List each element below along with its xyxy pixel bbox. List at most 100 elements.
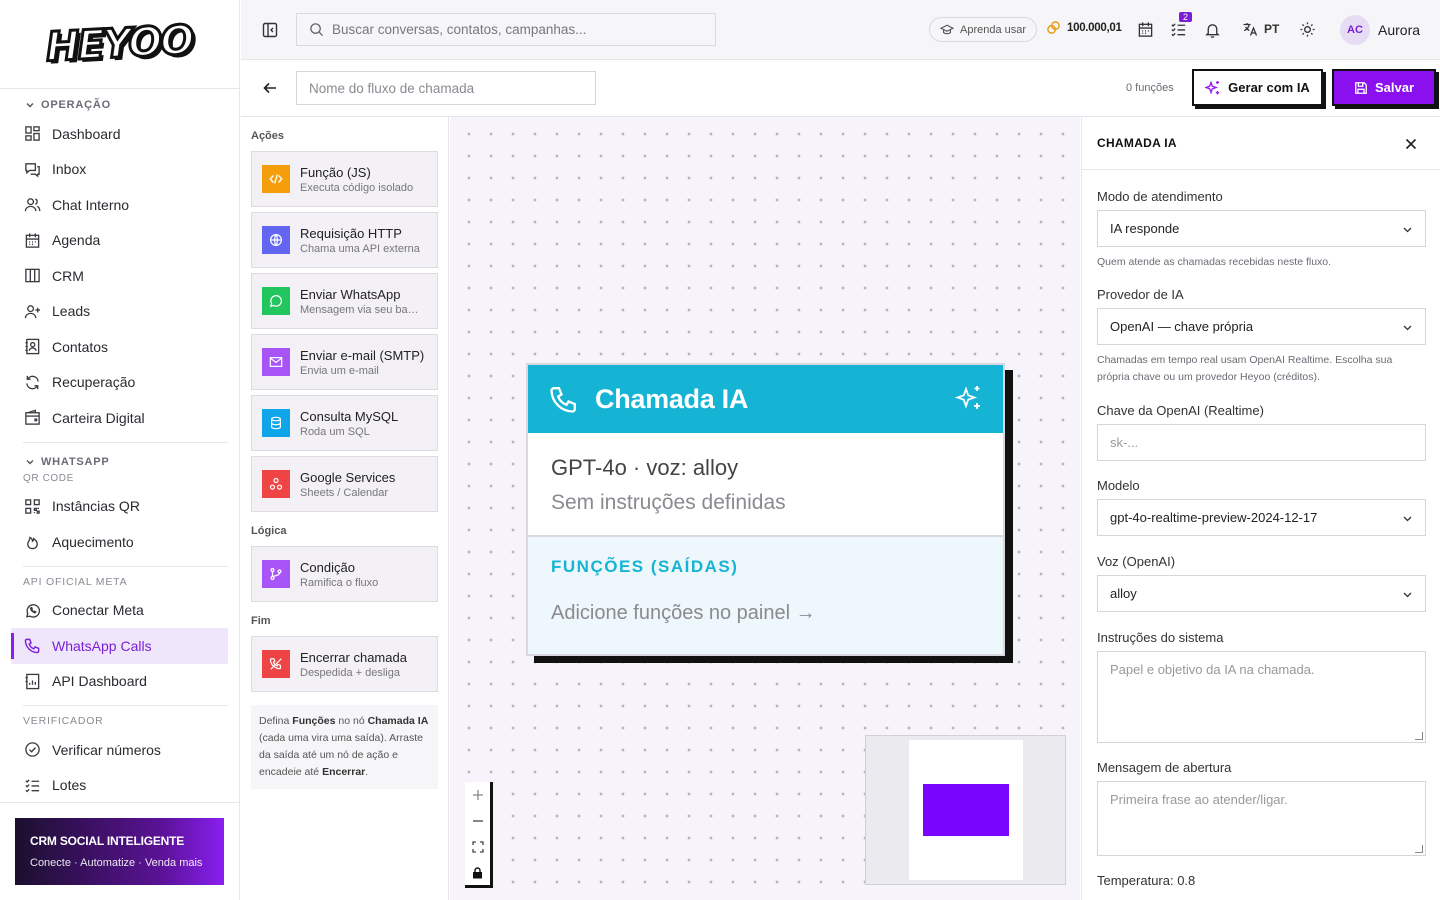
voice-value: alloy <box>1110 586 1137 601</box>
functions-count: 0 funções <box>1126 82 1174 94</box>
mail-icon <box>262 348 290 376</box>
calendar-icon[interactable] <box>1137 21 1154 38</box>
wallet-icon <box>25 409 40 426</box>
avatar[interactable]: AC <box>1340 15 1370 45</box>
sidebar-item-chat-interno[interactable]: Chat Interno <box>11 187 228 223</box>
tasks-icon[interactable] <box>1170 21 1187 38</box>
arrow-left-icon[interactable] <box>262 80 278 96</box>
node-functions-hint: Adicione funções no painel → <box>551 602 816 624</box>
sidebar-item-instancias-qr[interactable]: Instâncias QR <box>11 489 228 525</box>
model-label: Modelo <box>1097 478 1140 493</box>
sidebar-item-label: API Dashboard <box>52 673 147 690</box>
sidebar-item-conectar-meta[interactable]: Conectar Meta <box>11 593 228 629</box>
close-icon[interactable] <box>1404 137 1418 151</box>
heyoo-logo[interactable]: HEYOO <box>44 16 196 73</box>
user-name[interactable]: Aurora <box>1378 22 1420 38</box>
sidebar-item-api-dashboard[interactable]: API Dashboard <box>11 664 228 700</box>
zoom-in-button[interactable] <box>465 782 490 808</box>
credits-balance[interactable]: 100.000,01 <box>1046 20 1122 35</box>
sidebar-item-inbox[interactable]: Inbox <box>11 152 228 188</box>
provider-label: Provedor de IA <box>1097 287 1184 302</box>
section-whatsapp[interactable]: WHATSAPP <box>11 451 228 473</box>
save-button[interactable]: Salvar <box>1332 69 1436 106</box>
instructions-label: Instruções do sistema <box>1097 630 1224 645</box>
note-bold: Funções <box>292 715 336 727</box>
bell-icon[interactable] <box>1204 21 1221 38</box>
sidebar-item-carteira[interactable]: Carteira Digital <box>11 400 228 436</box>
hangup-icon <box>262 650 290 678</box>
zoom-out-button[interactable] <box>465 808 490 834</box>
opening-placeholder: Primeira frase ao atender/ligar. <box>1110 792 1288 807</box>
instructions-textarea[interactable]: Papel e objetivo da IA na chamada. <box>1097 651 1426 743</box>
chevron-down-icon <box>1403 592 1412 598</box>
sidebar-item-agenda[interactable]: Agenda <box>11 223 228 259</box>
opening-label: Mensagem de abertura <box>1097 760 1232 775</box>
field-model: Modelo gpt-4o-realtime-preview-2024-12-1… <box>1097 478 1426 536</box>
coins-icon <box>1047 21 1060 34</box>
phone-icon <box>550 387 576 413</box>
palette-item-funcao-js[interactable]: Função (JS) Executa código isolado <box>251 151 438 207</box>
document-chart-icon <box>25 673 40 689</box>
palette-item-title: Encerrar chamada <box>300 649 407 665</box>
field-opening: Mensagem de abertura Primeira frase ao a… <box>1097 760 1426 856</box>
learn-button[interactable]: Aprenda usar <box>929 17 1038 42</box>
palette-item-google[interactable]: Google Services Sheets / Calendar <box>251 456 438 512</box>
chevron-down-icon <box>1403 227 1412 233</box>
sidebar-item-aquecimento[interactable]: Aquecimento <box>11 524 228 560</box>
promo-subtitle: Conecte · Automatize · Venda mais <box>30 857 203 869</box>
instructions-placeholder: Papel e objetivo da IA na chamada. <box>1110 662 1315 677</box>
opening-textarea[interactable]: Primeira frase ao atender/ligar. <box>1097 781 1426 856</box>
dashboard-icon <box>25 126 40 142</box>
minimap[interactable] <box>865 735 1066 885</box>
palette-item-desc: Sheets / Calendar <box>300 486 389 499</box>
sidebar-item-whatsapp-calls[interactable]: WhatsApp Calls <box>11 628 228 664</box>
flow-name-input[interactable] <box>296 71 596 105</box>
palette-item-http[interactable]: Requisição HTTP Chama uma API externa <box>251 212 438 268</box>
sidebar-item-crm[interactable]: CRM <box>11 258 228 294</box>
minimap-node <box>923 784 1009 836</box>
palette-item-mysql[interactable]: Consulta MySQL Roda um SQL <box>251 395 438 451</box>
sidebar-toggle-icon[interactable] <box>261 21 279 39</box>
provider-select[interactable]: OpenAI — chave própria <box>1097 308 1426 345</box>
sidebar-item-lotes[interactable]: Lotes <box>11 768 228 804</box>
sidebar-item-leads[interactable]: Leads <box>11 294 228 330</box>
lock-button[interactable] <box>465 860 490 886</box>
flow-canvas[interactable]: Chamada IA GPT-4o · voz: alloy Sem instr… <box>450 117 1080 900</box>
sidebar-item-contatos[interactable]: Contatos <box>11 329 228 365</box>
palette-item-condicao[interactable]: Condição Ramifica o fluxo <box>251 546 438 602</box>
promo-banner[interactable]: CRM SOCIAL INTELIGENTE Conecte · Automat… <box>15 818 224 885</box>
palette-item-email[interactable]: Enviar e-mail (SMTP) Envia um e-mail <box>251 334 438 390</box>
voice-select[interactable]: alloy <box>1097 575 1426 612</box>
api-key-input[interactable]: sk-... <box>1097 424 1426 461</box>
section-operacao[interactable]: OPERAÇÃO <box>11 94 228 116</box>
note-bold: Encerrar <box>322 766 366 778</box>
sidebar-item-dashboard[interactable]: Dashboard <box>11 116 228 152</box>
section-operacao-label: OPERAÇÃO <box>41 99 111 111</box>
global-search[interactable]: Buscar conversas, contatos, campanhas... <box>296 13 716 46</box>
palette-item-encerrar[interactable]: Encerrar chamada Despedida + desliga <box>251 636 438 692</box>
sidebar-item-verificar[interactable]: Verificar números <box>11 732 228 768</box>
save-label: Salvar <box>1374 80 1415 95</box>
language-switcher[interactable]: PT <box>1242 21 1279 37</box>
chat-icon <box>262 287 290 315</box>
fit-view-button[interactable] <box>465 834 490 860</box>
node-header: Chamada IA <box>528 365 1003 433</box>
generate-ai-button[interactable]: Gerar com IA <box>1192 69 1323 106</box>
divider <box>23 565 228 567</box>
sun-icon[interactable] <box>1299 21 1316 38</box>
columns-icon <box>25 268 40 283</box>
ai-call-node[interactable]: Chamada IA GPT-4o · voz: alloy Sem instr… <box>526 363 1005 656</box>
search-placeholder: Buscar conversas, contatos, campanhas... <box>332 22 587 37</box>
sidebar-item-recuperacao[interactable]: Recuperação <box>11 365 228 401</box>
sidebar-item-label: Recuperação <box>52 374 136 391</box>
note-text: . <box>365 766 369 778</box>
search-icon <box>310 23 324 37</box>
palette-item-desc: Envia um e-mail <box>300 364 379 377</box>
code-icon <box>262 165 290 193</box>
model-select[interactable]: gpt-4o-realtime-preview-2024-12-17 <box>1097 499 1426 536</box>
subsection-qr-code: QR CODE <box>23 472 74 484</box>
field-instructions: Instruções do sistema Papel e objetivo d… <box>1097 630 1426 743</box>
palette-item-whatsapp[interactable]: Enviar WhatsApp Mensagem via seu back... <box>251 273 438 329</box>
mode-select[interactable]: IA responde <box>1097 210 1426 247</box>
sidebar-item-label: Instâncias QR <box>52 498 140 515</box>
